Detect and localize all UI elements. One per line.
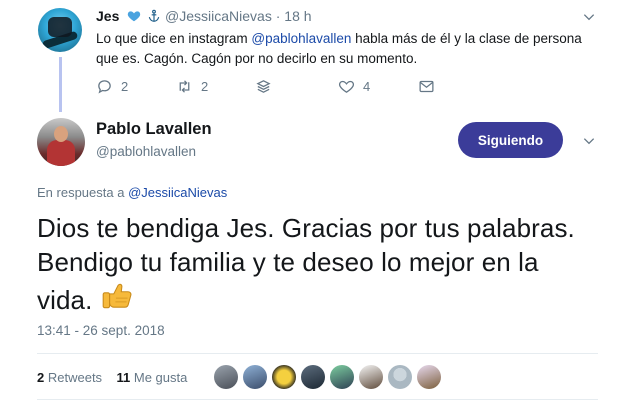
- tweet-time[interactable]: 18 h: [284, 8, 311, 24]
- reply-icon: [98, 80, 111, 94]
- chevron-down-icon[interactable]: [582, 10, 596, 24]
- retweets-label: Retweets: [47, 370, 103, 385]
- avatar[interactable]: [272, 365, 296, 389]
- retweets-stat[interactable]: 2 Retweets: [37, 370, 102, 385]
- mention-link[interactable]: @pablohlavallen: [251, 31, 351, 46]
- like-icon: [338, 80, 355, 93]
- tweet-stats: 2 Retweets 11 Me gusta: [37, 370, 187, 385]
- avatar[interactable]: [37, 118, 85, 166]
- like-button[interactable]: 4: [338, 78, 370, 95]
- divider: [37, 399, 598, 400]
- likes-count: 11: [116, 370, 131, 385]
- replying-prefix: En respuesta a: [37, 185, 129, 200]
- chevron-down-icon[interactable]: [582, 134, 596, 148]
- author-handle[interactable]: @pablohlavallen: [96, 144, 196, 159]
- avatar[interactable]: [359, 365, 383, 389]
- reply-button[interactable]: 2: [96, 78, 128, 95]
- avatar[interactable]: [301, 365, 325, 389]
- message-button[interactable]: [418, 78, 443, 95]
- author-name[interactable]: Jes: [96, 8, 119, 24]
- text-before: Lo que dice en instagram: [96, 31, 252, 46]
- like-count: 4: [363, 79, 371, 94]
- stack-icon: [256, 80, 271, 93]
- thumbs-up-icon: [102, 283, 132, 309]
- stack-button[interactable]: [255, 78, 280, 95]
- reply-tweet-text: Lo que dice en instagram @pablohlavallen…: [96, 29, 596, 69]
- retweet-count: 2: [201, 79, 209, 94]
- avatar[interactable]: [330, 365, 354, 389]
- reply-tweet-header: Jes @JessiicaNievas · 18 h: [96, 8, 312, 24]
- avatar[interactable]: [214, 365, 238, 389]
- retweet-button[interactable]: 2: [176, 78, 208, 95]
- anchor-icon: [148, 9, 160, 22]
- main-tweet-text: Dios te bendiga Jes. Gracias por tus pal…: [37, 211, 597, 317]
- likes-label: Me gusta: [133, 370, 188, 385]
- likes-stat[interactable]: 11 Me gusta: [117, 370, 188, 385]
- author-handle[interactable]: @JessiicaNievas: [165, 8, 272, 24]
- avatar[interactable]: [388, 365, 412, 389]
- retweet-icon: [179, 80, 190, 93]
- reply-count: 2: [121, 79, 129, 94]
- thread-line: [59, 57, 62, 112]
- avatar[interactable]: [243, 365, 267, 389]
- heart-icon: [128, 11, 141, 22]
- separator: ·: [275, 8, 281, 24]
- message-icon: [419, 80, 434, 93]
- replying-mention[interactable]: @JessiicaNievas: [128, 185, 227, 200]
- replying-to: En respuesta a @JessiicaNievas: [37, 185, 227, 200]
- tweet-timestamp[interactable]: 13:41 - 26 sept. 2018: [37, 323, 165, 338]
- following-button[interactable]: Siguiendo: [458, 122, 563, 158]
- divider: [37, 353, 598, 354]
- retweets-count: 2: [37, 370, 45, 385]
- reply-tweet[interactable]: Jes @JessiicaNievas · 18 h Lo que dice e…: [0, 0, 628, 112]
- author-name[interactable]: Pablo Lavallen: [96, 120, 212, 139]
- avatar[interactable]: [417, 365, 441, 389]
- avatar[interactable]: [38, 8, 82, 52]
